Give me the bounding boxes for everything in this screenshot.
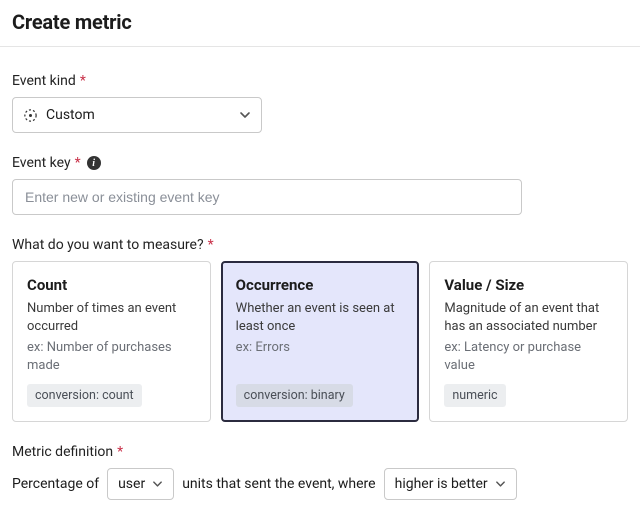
- measure-field: What do you want to measure? * Count Num…: [12, 237, 628, 422]
- card-example: ex: Errors: [236, 339, 405, 357]
- create-metric-form: Create metric Event kind * Custom Event …: [0, 0, 640, 520]
- card-title: Value / Size: [444, 276, 613, 294]
- chevron-down-icon: [239, 109, 251, 121]
- measure-card-count[interactable]: Count Number of times an event occurred …: [12, 261, 211, 422]
- unit-select[interactable]: user: [107, 468, 174, 500]
- required-marker: *: [117, 444, 123, 460]
- card-tag: numeric: [444, 384, 505, 407]
- event-kind-select[interactable]: Custom: [12, 97, 262, 133]
- chevron-down-icon: [495, 479, 506, 490]
- divider: [0, 46, 640, 47]
- direction-value: higher is better: [395, 476, 488, 492]
- event-key-input[interactable]: [12, 179, 522, 215]
- event-kind-field: Event kind * Custom: [12, 73, 628, 133]
- card-desc: Magnitude of an event that has an associ…: [444, 300, 613, 335]
- event-kind-label: Event kind *: [12, 73, 628, 89]
- metric-definition-label: Metric definition *: [12, 444, 628, 460]
- card-tag: conversion: binary: [236, 384, 353, 407]
- chevron-down-icon: [152, 479, 163, 490]
- measure-options: Count Number of times an event occurred …: [12, 261, 628, 422]
- label-text: Event key: [12, 155, 71, 171]
- card-desc: Number of times an event occurred: [27, 300, 196, 335]
- page-title: Create metric: [12, 10, 628, 34]
- unit-value: user: [118, 476, 145, 492]
- label-text: Event kind: [12, 73, 76, 89]
- card-title: Count: [27, 276, 196, 294]
- card-title: Occurrence: [236, 276, 405, 294]
- event-kind-value: Custom: [46, 107, 95, 123]
- required-marker: *: [80, 73, 86, 89]
- card-desc: Whether an event is seen at least once: [236, 300, 405, 335]
- definition-mid: units that sent the event, where: [182, 476, 375, 492]
- card-example: ex: Latency or purchase value: [444, 339, 613, 374]
- card-example: ex: Number of purchases made: [27, 339, 196, 374]
- label-text: What do you want to measure?: [12, 237, 204, 253]
- event-key-label: Event key * i: [12, 155, 628, 171]
- info-icon[interactable]: i: [87, 156, 101, 170]
- measure-card-occurrence[interactable]: Occurrence Whether an event is seen at l…: [221, 261, 420, 422]
- direction-select[interactable]: higher is better: [384, 468, 517, 500]
- required-marker: *: [208, 237, 214, 253]
- required-marker: *: [75, 155, 81, 171]
- measure-card-value[interactable]: Value / Size Magnitude of an event that …: [429, 261, 628, 422]
- measure-label: What do you want to measure? *: [12, 237, 628, 253]
- metric-definition-field: Metric definition * Percentage of user u…: [12, 444, 628, 500]
- label-text: Metric definition: [12, 444, 113, 460]
- card-tag: conversion: count: [27, 384, 142, 407]
- definition-prefix: Percentage of: [12, 476, 99, 492]
- event-key-field: Event key * i: [12, 155, 628, 215]
- metric-definition-line: Percentage of user units that sent the e…: [12, 468, 628, 500]
- target-icon: [23, 108, 38, 123]
